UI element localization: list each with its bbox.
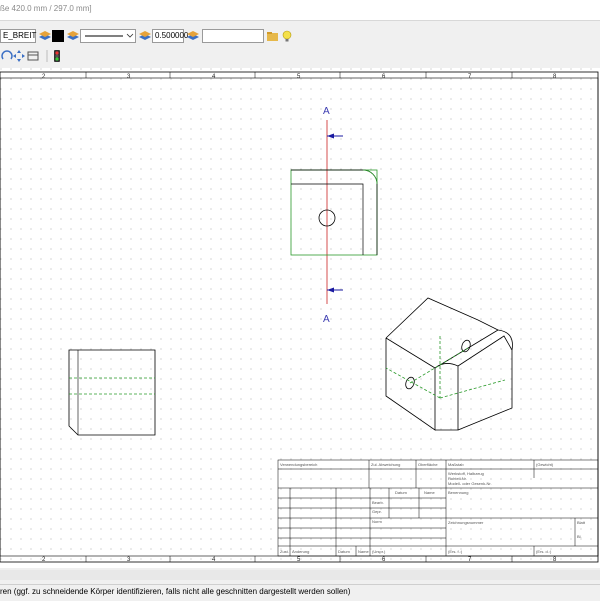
layers-icon[interactable] (186, 29, 200, 43)
layers-icon[interactable] (138, 29, 152, 43)
tb-aenderung: Änderung (292, 549, 309, 554)
title-bar: ße 420.0 mm / 297.0 mm] (0, 0, 600, 21)
tb-norm: Norm (372, 519, 382, 524)
tb-zeichnungsnummer: Zeichnungsnummer (448, 520, 484, 525)
tb-benennung: Benennung (448, 490, 468, 495)
tb-gepr: Gepr. (372, 509, 382, 514)
tb-material: Modell- oder Gesenk-Nr. (448, 481, 492, 486)
tb-name: Name (424, 490, 435, 495)
view-icon[interactable] (26, 49, 40, 63)
tb-gewicht: (Gewicht) (536, 462, 554, 467)
tools-toolbar (0, 46, 600, 66)
tb-bl: Bl. (577, 534, 582, 539)
horizontal-scrollbar[interactable] (0, 570, 600, 580)
technical-drawing: 2 3 4 5 6 7 8 2 3 4 5 6 7 8 A A Verwendu… (0, 68, 600, 568)
line-width-field[interactable]: 0.500000 (152, 29, 188, 43)
tb-blatt: Blatt (577, 520, 586, 525)
line-type-select[interactable] (80, 29, 136, 43)
lightbulb-icon[interactable] (280, 29, 294, 43)
pan-icon[interactable] (12, 49, 26, 63)
tb-massstab: Maßstab (448, 462, 464, 467)
status-bar: ren (ggf. zu schneidende Körper identifi… (0, 584, 600, 601)
traffic-light-icon[interactable] (50, 49, 64, 63)
tb-bearb: Bearb. (372, 500, 384, 505)
layers-icon[interactable] (38, 29, 52, 43)
section-label-bottom: A (323, 314, 330, 325)
tb-verwendungsbereich: Verwendungsbereich (280, 462, 317, 467)
layers-icon[interactable] (66, 29, 80, 43)
color-swatch[interactable] (52, 30, 64, 42)
section-label-top: A (323, 106, 330, 117)
tb-zul-abweichung: Zul. Abweichung (371, 462, 400, 467)
text-field[interactable] (202, 29, 264, 43)
drawing-canvas[interactable]: 2 3 4 5 6 7 8 2 3 4 5 6 7 8 A A Verwendu… (0, 68, 600, 568)
tb-ers-d: (Ers. d.:) (536, 549, 552, 554)
status-text: ren (ggf. zu schneidende Körper identifi… (0, 587, 351, 596)
tb-datum: Datum (395, 490, 407, 495)
window-title: ße 420.0 mm / 297.0 mm] (0, 4, 92, 13)
tb-footer-datum: Datum (338, 549, 350, 554)
layer-field[interactable]: E_BREIT (0, 29, 36, 43)
folder-icon[interactable] (266, 29, 280, 43)
tb-footer-name: Name (358, 549, 369, 554)
grid-background (0, 68, 600, 568)
tb-zust: Zust. (280, 549, 289, 554)
tb-oberflaeche: Oberfläche (418, 462, 438, 467)
tb-urspr: (Urspr.) (372, 549, 386, 554)
tb-ers-f: (Ers. f.:) (448, 549, 463, 554)
properties-toolbar: E_BREIT 0.500000 (0, 26, 600, 46)
